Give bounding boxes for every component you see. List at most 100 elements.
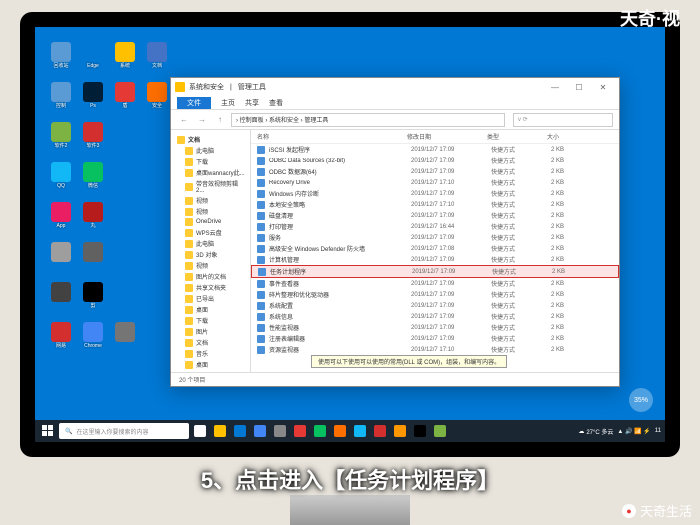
sidebar-item[interactable]: 3D 对象 xyxy=(171,249,250,260)
start-button[interactable] xyxy=(39,422,57,440)
desktop-icon[interactable]: 剪 xyxy=(77,282,109,310)
sidebar-item[interactable]: 图片 xyxy=(171,326,250,337)
desktop-icon[interactable]: 丸 xyxy=(77,202,109,230)
file-row[interactable]: Recovery Drive2019/12/7 17:10快捷方式2 KB xyxy=(251,177,619,188)
sidebar-item[interactable]: 此电脑 xyxy=(171,238,250,249)
sidebar-item[interactable]: 视频 xyxy=(171,195,250,206)
file-row[interactable]: 事件查看器2019/12/7 17:09快捷方式2 KB xyxy=(251,278,619,289)
sidebar-item[interactable]: 桌面wannacry此... xyxy=(171,167,250,178)
sidebar-item[interactable]: WPS云盘 xyxy=(171,227,250,238)
file-row[interactable]: 碎片整理和优化驱动器2019/12/7 17:09快捷方式2 KB xyxy=(251,289,619,300)
desktop-icon[interactable]: 软件2 xyxy=(45,122,77,150)
taskbar-app[interactable] xyxy=(351,422,369,440)
file-row[interactable]: 任务计划程序2019/12/7 17:09快捷方式2 KB xyxy=(251,265,619,278)
file-row[interactable]: iSCSI 发起程序2019/12/7 17:09快捷方式2 KB xyxy=(251,144,619,155)
file-row[interactable]: ODBC Data Sources (32-bit)2019/12/7 17:0… xyxy=(251,155,619,166)
desktop-icon[interactable] xyxy=(77,242,109,264)
sidebar-item[interactable]: 音乐 xyxy=(171,348,250,359)
sidebar-item[interactable]: 下载 xyxy=(171,156,250,167)
desktop-icon[interactable]: App xyxy=(45,202,77,230)
shortcut-icon xyxy=(257,346,265,354)
video-watermark-top: 天奇·视 xyxy=(620,5,680,31)
desktop-icon[interactable]: 软件3 xyxy=(77,122,109,150)
search-box[interactable]: v ⟳ xyxy=(513,113,613,127)
sidebar-item[interactable]: 带音效视频剪辑2... xyxy=(171,178,250,195)
file-row[interactable]: 本地安全策略2019/12/7 17:10快捷方式2 KB xyxy=(251,199,619,210)
sidebar-item[interactable]: 共享文档夹 xyxy=(171,282,250,293)
taskbar-app[interactable] xyxy=(251,422,269,440)
desktop-icon[interactable] xyxy=(45,242,77,264)
recording-indicator[interactable]: 35% xyxy=(629,388,653,412)
desktop-icon[interactable]: Ps xyxy=(77,82,109,110)
taskbar-app[interactable] xyxy=(211,422,229,440)
taskbar-app[interactable] xyxy=(431,422,449,440)
maximize-button[interactable]: ☐ xyxy=(567,80,591,94)
sidebar-item[interactable]: 文档 xyxy=(171,337,250,348)
desktop-icon[interactable]: 微信 xyxy=(77,162,109,190)
weather-widget[interactable]: ☁ 27°C 多云 xyxy=(578,427,613,436)
file-row[interactable]: 资源监视器2019/12/7 17:10快捷方式2 KB xyxy=(251,344,619,355)
file-row[interactable]: ODBC 数据源(64)2019/12/7 17:09快捷方式2 KB xyxy=(251,166,619,177)
desktop-icon[interactable]: QQ xyxy=(45,162,77,190)
taskbar-app[interactable] xyxy=(371,422,389,440)
taskbar-app[interactable] xyxy=(231,422,249,440)
file-row[interactable]: 磁盘清理2019/12/7 17:09快捷方式2 KB xyxy=(251,210,619,221)
file-row[interactable]: 高级安全 Windows Defender 防火墙2019/12/7 17:08… xyxy=(251,243,619,254)
desktop-icon[interactable]: Edge xyxy=(77,42,109,70)
desktop-icon[interactable]: 网易 xyxy=(45,322,77,350)
taskbar-app[interactable] xyxy=(311,422,329,440)
shortcut-icon xyxy=(257,256,265,264)
up-button[interactable]: ↑ xyxy=(213,113,227,127)
desktop-icon[interactable]: 盾 xyxy=(109,82,141,110)
file-row[interactable]: 服务2019/12/7 17:09快捷方式2 KB xyxy=(251,232,619,243)
address-bar[interactable]: › 控制面板 › 系统和安全 › 管理工具 xyxy=(231,113,505,127)
tab-view[interactable]: 查看 xyxy=(269,98,283,108)
file-row[interactable]: 注册表编辑器2019/12/7 17:09快捷方式2 KB xyxy=(251,333,619,344)
desktop-icon[interactable] xyxy=(109,322,141,344)
taskbar-app[interactable] xyxy=(271,422,289,440)
taskbar-app[interactable] xyxy=(391,422,409,440)
column-headers[interactable]: 名称 修改日期 类型 大小 xyxy=(251,130,619,144)
file-row[interactable]: Windows 内存诊断2019/12/7 17:09快捷方式2 KB xyxy=(251,188,619,199)
taskbar-app[interactable] xyxy=(291,422,309,440)
desktop-icon[interactable]: 安全 xyxy=(141,82,173,110)
sidebar-item[interactable]: 图片的文档 xyxy=(171,271,250,282)
tab-home[interactable]: 主页 xyxy=(221,98,235,108)
file-row[interactable]: 计算机管理2019/12/7 17:09快捷方式2 KB xyxy=(251,254,619,265)
tab-share[interactable]: 共享 xyxy=(245,98,259,108)
clock[interactable]: 11 xyxy=(655,428,661,434)
shortcut-icon xyxy=(257,302,265,310)
shortcut-icon xyxy=(257,335,265,343)
sidebar-item[interactable]: 已导出 xyxy=(171,293,250,304)
system-tray[interactable]: ☁ 27°C 多云 ▲ 🔊 📶 ⚡ 11 xyxy=(578,427,661,436)
sidebar-item[interactable]: 视频 xyxy=(171,260,250,271)
desktop-icon[interactable]: Chrome xyxy=(77,322,109,350)
minimize-button[interactable]: — xyxy=(543,80,567,94)
sidebar-item[interactable]: OneDrive xyxy=(171,217,250,227)
file-row[interactable]: 系统信息2019/12/7 17:09快捷方式2 KB xyxy=(251,311,619,322)
task-view-button[interactable] xyxy=(191,422,209,440)
desktop-icon[interactable] xyxy=(45,282,77,304)
back-button[interactable]: ← xyxy=(177,113,191,127)
file-row[interactable]: 打印管理2019/12/7 16:44快捷方式2 KB xyxy=(251,221,619,232)
desktop-icon[interactable]: 控制 xyxy=(45,82,77,110)
desktop-icon[interactable]: 系统 xyxy=(109,42,141,70)
sidebar-item[interactable]: 下载 xyxy=(171,315,250,326)
taskbar-search[interactable]: 🔍在这里输入你要搜索的内容 xyxy=(59,423,189,439)
taskbar-app[interactable] xyxy=(331,422,349,440)
desktop-icon[interactable]: 回收站 xyxy=(45,42,77,70)
sidebar-item[interactable]: 文档 xyxy=(171,134,250,145)
titlebar[interactable]: 系统和安全 | 管理工具 — ☐ ✕ xyxy=(171,78,619,96)
sidebar-item[interactable]: 视频 xyxy=(171,206,250,217)
tray-icons[interactable]: ▲ 🔊 📶 ⚡ xyxy=(617,428,650,435)
sidebar-item[interactable]: 桌面 xyxy=(171,304,250,315)
sidebar-item[interactable]: 桌面 xyxy=(171,359,250,370)
file-row[interactable]: 性能监视器2019/12/7 17:09快捷方式2 KB xyxy=(251,322,619,333)
file-row[interactable]: 系统配置2019/12/7 17:09快捷方式2 KB xyxy=(251,300,619,311)
taskbar-app[interactable] xyxy=(411,422,429,440)
sidebar-item[interactable]: 此电脑 xyxy=(171,145,250,156)
close-button[interactable]: ✕ xyxy=(591,80,615,94)
forward-button[interactable]: → xyxy=(195,113,209,127)
file-tab[interactable]: 文件 xyxy=(177,97,211,109)
desktop-icon[interactable]: 文档 xyxy=(141,42,173,70)
